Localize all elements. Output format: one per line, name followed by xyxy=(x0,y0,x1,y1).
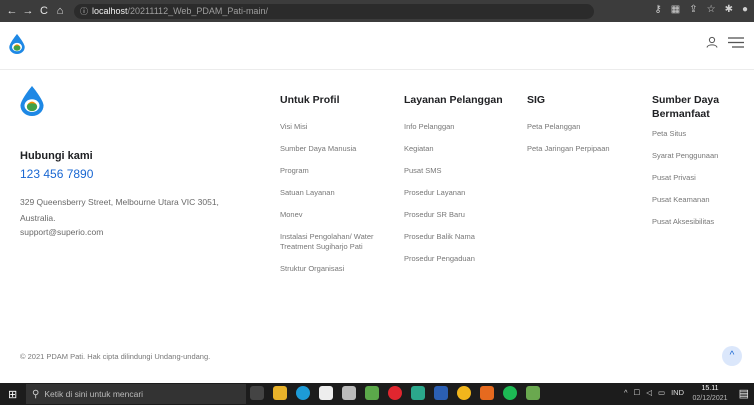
footer-column-layanan: Layanan Pelanggan Info Pelanggan Kegiata… xyxy=(404,93,514,276)
footer-column-sumber-daya: Sumber Daya Bermanfaat Peta Situs Syarat… xyxy=(652,93,752,239)
reload-button[interactable]: C xyxy=(36,5,52,17)
footer-link[interactable]: Pusat Keamanan xyxy=(652,195,752,205)
footer-link[interactable]: Kegiatan xyxy=(404,144,514,154)
address-bar[interactable]: ⓘ localhost /20211112_Web_PDAM_Pati-main… xyxy=(74,3,594,19)
footer-link[interactable]: Peta Situs xyxy=(652,129,752,139)
footer-link[interactable]: Satuan Layanan xyxy=(280,188,390,198)
app-green-icon[interactable] xyxy=(365,386,379,400)
footer-link[interactable]: Pusat Privasi xyxy=(652,173,752,183)
footer-link[interactable]: Peta Pelanggan xyxy=(527,122,627,132)
volume-icon[interactable]: ◁ xyxy=(646,388,652,397)
taskbar-clock[interactable]: 15.11 02/12/2021 xyxy=(690,384,730,404)
back-button[interactable]: ← xyxy=(4,5,20,17)
puzzle-icon[interactable]: ✱ xyxy=(725,4,733,15)
contact-email[interactable]: support@superio.com xyxy=(20,227,103,237)
footer-link[interactable]: Pusat Aksesibilitas xyxy=(652,217,752,227)
user-icon[interactable] xyxy=(706,36,718,48)
column-title: Sumber Daya Bermanfaat xyxy=(652,94,720,120)
chrome-icon[interactable] xyxy=(457,386,471,400)
footer-column-profil: Untuk Profil Visi Misi Sumber Daya Manus… xyxy=(280,93,390,286)
footer-link[interactable]: Prosedur SR Baru xyxy=(404,210,514,220)
scroll-to-top-button[interactable]: ^ xyxy=(722,346,742,366)
footer-link[interactable]: Instalasi Pengolahan/ Water Treatment Su… xyxy=(280,232,390,252)
store-icon[interactable] xyxy=(319,386,333,400)
key-icon[interactable]: ⚷ xyxy=(654,4,661,15)
column-title: Layanan Pelanggan xyxy=(404,94,503,106)
home-button[interactable]: ⌂ xyxy=(52,5,68,17)
footer-link[interactable]: Sumber Daya Manusia xyxy=(280,144,390,154)
profile-icon[interactable]: ● xyxy=(742,4,748,15)
contact-phone[interactable]: 123 456 7890 xyxy=(20,167,93,181)
word-icon[interactable] xyxy=(434,386,448,400)
url-host: localhost xyxy=(92,6,128,16)
spotify-icon[interactable] xyxy=(503,386,517,400)
app-pen-icon[interactable] xyxy=(526,386,540,400)
network-icon[interactable]: ☐ xyxy=(633,388,640,397)
column-title: SIG xyxy=(527,94,546,106)
footer-column-sig: SIG Peta Pelanggan Peta Jaringan Perpipa… xyxy=(527,93,627,166)
opera-icon[interactable] xyxy=(388,386,402,400)
footer-link[interactable]: Prosedur Pengaduan xyxy=(404,254,514,264)
share-icon[interactable]: ⇪ xyxy=(689,4,697,15)
notification-icon[interactable]: ▤ xyxy=(739,387,749,400)
hamburger-menu-icon[interactable] xyxy=(728,36,744,48)
mail-icon[interactable] xyxy=(342,386,356,400)
footer-link[interactable]: Info Pelanggan xyxy=(404,122,514,132)
app-teal-icon[interactable] xyxy=(411,386,425,400)
footer-link[interactable]: Program xyxy=(280,166,390,176)
footer-link[interactable]: Monev xyxy=(280,210,390,220)
footer-link[interactable]: Pusat SMS xyxy=(404,166,514,176)
tray-chevron-icon[interactable]: ^ xyxy=(624,388,628,397)
task-view-icon[interactable] xyxy=(250,386,264,400)
clock-date: 02/12/2021 xyxy=(692,395,728,402)
footer-link[interactable]: Prosedur Layanan xyxy=(404,188,514,198)
clock-time: 15.11 xyxy=(701,385,719,392)
file-explorer-icon[interactable] xyxy=(273,386,287,400)
app-orange-icon[interactable] xyxy=(480,386,494,400)
forward-button[interactable]: → xyxy=(20,5,36,17)
info-icon[interactable]: ⓘ xyxy=(80,6,88,17)
footer-link[interactable]: Visi Misi xyxy=(280,122,390,132)
taskbar-search-input[interactable]: ⚲ Ketik di sini untuk mencari xyxy=(26,384,246,404)
star-icon[interactable]: ☆ xyxy=(707,4,716,15)
site-footer: Hubungi kami 123 456 7890 329 Queensberr… xyxy=(0,70,754,353)
url-path: /20211112_Web_PDAM_Pati-main/ xyxy=(127,6,268,16)
windows-taskbar: ⊞ ⚲ Ketik di sini untuk mencari ^ ☐ ◁ ▭ … xyxy=(0,383,754,405)
keyboard-icon[interactable]: ▭ xyxy=(658,388,665,397)
language-indicator[interactable]: IND xyxy=(671,388,684,397)
windows-start-icon[interactable]: ⊞ xyxy=(8,388,17,401)
browser-toolbar: ← → C ⌂ ⓘ localhost /20211112_Web_PDAM_P… xyxy=(0,0,754,22)
copyright-text: © 2021 PDAM Pati. Hak cipta dilindungi U… xyxy=(20,352,211,361)
search-placeholder: Ketik di sini untuk mencari xyxy=(44,389,144,399)
contact-address: 329 Queensberry Street, Melbourne Utara … xyxy=(20,197,219,223)
site-header xyxy=(0,22,754,70)
pdam-logo-icon[interactable] xyxy=(9,34,25,59)
footer-link[interactable]: Syarat Penggunaan xyxy=(652,151,752,161)
footer-link[interactable]: Peta Jaringan Perpipaan xyxy=(527,144,627,154)
edge-icon[interactable] xyxy=(296,386,310,400)
extension-icon[interactable]: ▦ xyxy=(671,4,680,15)
pdam-logo-large-icon[interactable] xyxy=(20,86,44,121)
footer-link[interactable]: Struktur Organisasi xyxy=(280,264,390,274)
contact-title: Hubungi kami xyxy=(20,150,93,162)
column-title: Untuk Profil xyxy=(280,94,340,106)
search-icon: ⚲ xyxy=(32,388,40,400)
system-tray: ^ ☐ ◁ ▭ IND xyxy=(624,388,684,397)
footer-link[interactable]: Prosedur Balik Nama xyxy=(404,232,514,242)
